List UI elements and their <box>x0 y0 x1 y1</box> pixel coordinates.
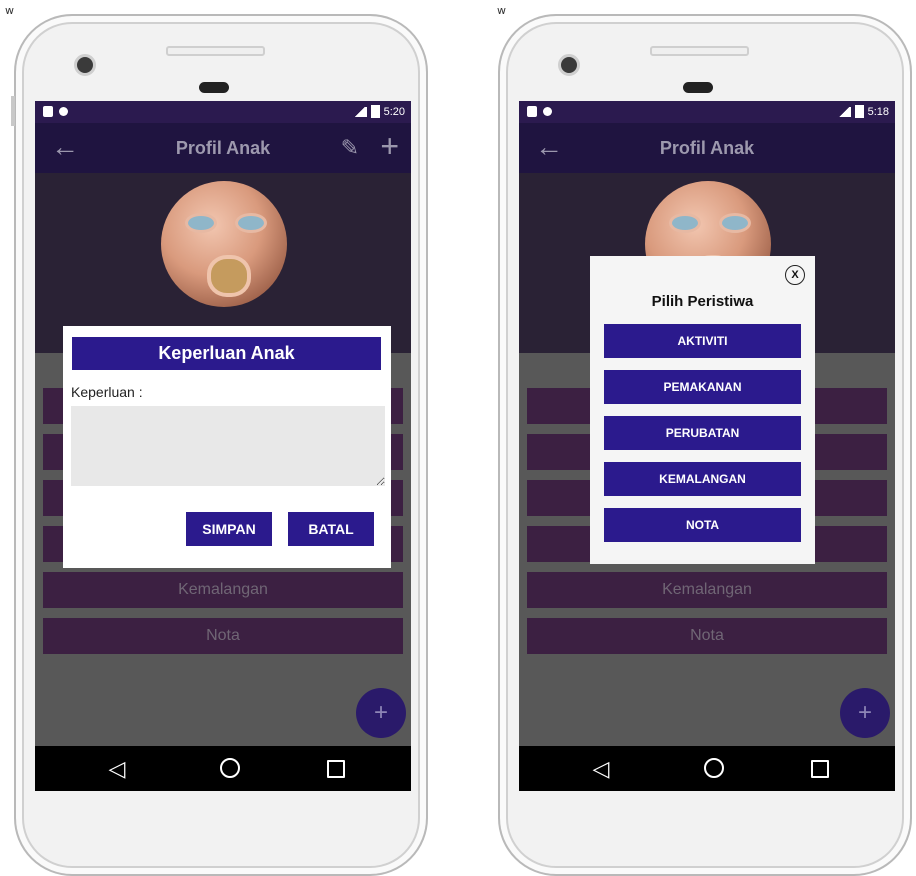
notification-icon <box>527 106 537 117</box>
status-bar: 5:18 <box>519 101 895 123</box>
speaker <box>683 82 713 93</box>
status-time: 5:18 <box>867 105 889 118</box>
nav-recents-icon[interactable] <box>811 760 829 778</box>
battery-icon <box>854 105 864 118</box>
side-button <box>11 96 15 126</box>
screen: 5:18 ← Profil Anak Kemalangan Nota + X P… <box>519 101 895 791</box>
nav-back-icon[interactable]: ◁ <box>581 746 621 791</box>
pilih-peristiwa-dialog: X Pilih Peristiwa AKTIVITI PEMAKANAN PER… <box>590 256 815 564</box>
phone-left: 5:20 ← Profil Anak ✎ + Kemalangan Nota +… <box>11 14 428 876</box>
keperluan-dialog: Keperluan Anak Keperluan : SIMPAN BATAL <box>63 326 391 568</box>
batal-button[interactable]: BATAL <box>288 512 374 546</box>
option-perubatan-button[interactable]: PERUBATAN <box>604 416 801 450</box>
option-nota-button[interactable]: NOTA <box>604 508 801 542</box>
list-item-nota[interactable]: Nota <box>43 618 403 654</box>
dialog-title: Keperluan Anak <box>72 337 381 370</box>
add-plus-icon[interactable]: + <box>380 129 399 163</box>
nav-home-icon[interactable] <box>704 758 724 778</box>
app-bar: ← Profil Anak ✎ + <box>35 123 411 173</box>
list-item-kemalangan[interactable]: Kemalangan <box>43 572 403 608</box>
list-item-nota[interactable]: Nota <box>527 618 887 654</box>
list-item-kemalangan[interactable]: Kemalangan <box>527 572 887 608</box>
app-bar: ← Profil Anak <box>519 123 895 173</box>
earpiece <box>166 46 265 56</box>
nav-recents-icon[interactable] <box>327 760 345 778</box>
android-icon <box>59 107 68 116</box>
speaker <box>199 82 229 93</box>
option-pemakanan-button[interactable]: PEMAKANAN <box>604 370 801 404</box>
avatar-eye <box>719 213 751 233</box>
status-time: 5:20 <box>383 105 405 118</box>
nav-bar: ◁ <box>519 746 895 791</box>
nav-bar: ◁ <box>35 746 411 791</box>
keperluan-label: Keperluan : <box>71 384 143 400</box>
earpiece <box>650 46 749 56</box>
battery-icon <box>370 105 380 118</box>
screen: 5:20 ← Profil Anak ✎ + Kemalangan Nota +… <box>35 101 411 791</box>
android-icon <box>543 107 552 116</box>
simpan-button[interactable]: SIMPAN <box>186 512 272 546</box>
app-title: Profil Anak <box>659 138 755 158</box>
avatar-eye <box>669 213 701 233</box>
close-icon[interactable]: X <box>785 265 805 285</box>
dialog-title: Pilih Peristiwa <box>651 293 754 310</box>
corner-mark-left: w <box>5 4 14 17</box>
status-bar: 5:20 <box>35 101 411 123</box>
keperluan-input[interactable] <box>71 406 385 486</box>
signal-icon <box>352 106 367 117</box>
signal-icon <box>836 106 851 117</box>
fab-add-button[interactable]: + <box>356 688 406 738</box>
notification-icon <box>43 106 53 117</box>
nav-home-icon[interactable] <box>220 758 240 778</box>
avatar-eye <box>185 213 217 233</box>
child-avatar <box>161 181 287 307</box>
avatar-eye <box>235 213 267 233</box>
nav-back-icon[interactable]: ◁ <box>97 746 137 791</box>
front-camera <box>74 54 96 76</box>
option-aktiviti-button[interactable]: AKTIVITI <box>604 324 801 358</box>
fab-add-button[interactable]: + <box>840 688 890 738</box>
avatar-mouth <box>207 255 251 297</box>
phone-right: 5:18 ← Profil Anak Kemalangan Nota + X P… <box>498 14 912 876</box>
front-camera <box>558 54 580 76</box>
option-kemalangan-button[interactable]: KEMALANGAN <box>604 462 801 496</box>
edit-pencil-icon[interactable]: ✎ <box>341 135 359 161</box>
corner-mark-right: w <box>497 4 506 17</box>
